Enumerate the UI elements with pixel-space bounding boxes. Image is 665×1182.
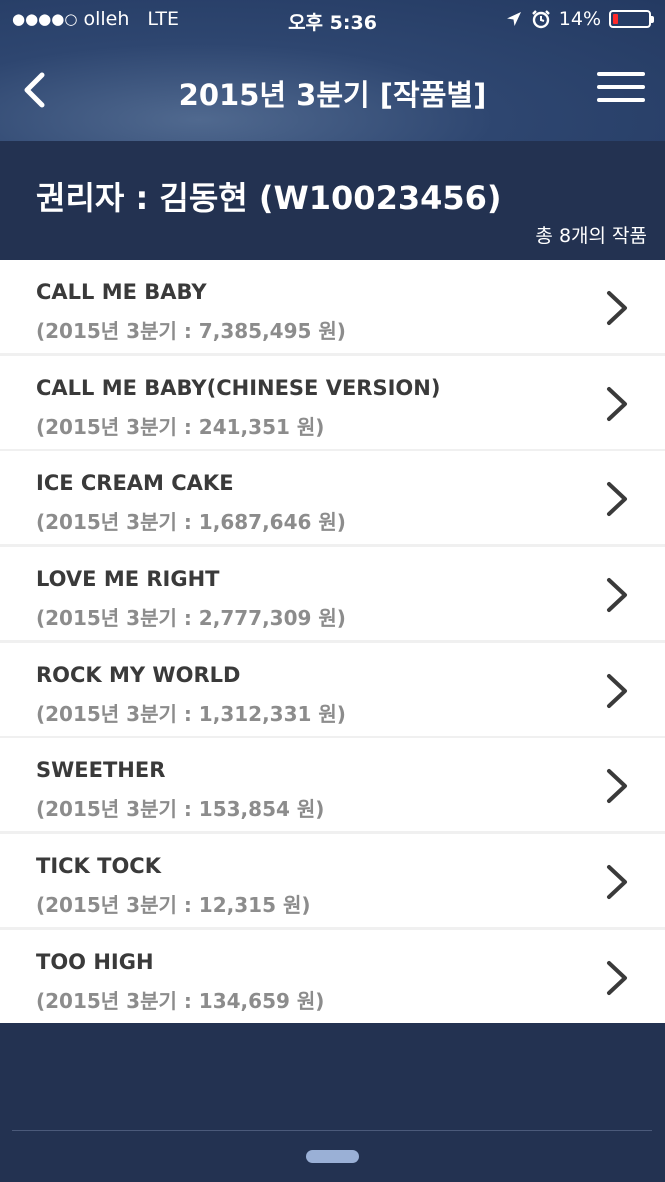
work-title: LOVE ME RIGHT: [36, 567, 220, 592]
work-title: SWEETHER: [36, 758, 166, 783]
hamburger-menu-icon: [597, 85, 645, 89]
owner-header: 권리자 : 김동현 (W10023456) 총 8개의 작품: [0, 141, 665, 260]
list-item[interactable]: TOO HIGH (2015년 3분기 : 134,659 원): [0, 929, 665, 1023]
chevron-right-icon: [607, 482, 627, 517]
navigation-bar: 2015년 3분기 [작품별]: [0, 48, 665, 132]
drag-handle[interactable]: [306, 1150, 359, 1163]
hamburger-menu-icon: [597, 98, 645, 102]
menu-button[interactable]: [597, 72, 645, 110]
chevron-right-icon: [607, 960, 627, 995]
divider: [12, 1130, 652, 1131]
work-count: 총 8개의 작품: [535, 225, 647, 247]
battery-icon: [609, 10, 654, 28]
work-amount: (2015년 3분기 : 2,777,309 원): [36, 606, 346, 631]
chevron-right-icon: [607, 865, 627, 900]
work-amount: (2015년 3분기 : 134,659 원): [36, 988, 325, 1013]
hamburger-menu-icon: [597, 72, 645, 76]
work-amount: (2015년 3분기 : 153,854 원): [36, 797, 325, 822]
list-item[interactable]: CALL ME BABY (2015년 3분기 : 7,385,495 원): [0, 260, 665, 353]
list-item[interactable]: LOVE ME RIGHT (2015년 3분기 : 2,777,309 원): [0, 547, 665, 641]
battery-percent: 14%: [558, 8, 601, 30]
page-title: 2015년 3분기 [작품별]: [178, 78, 487, 112]
chevron-right-icon: [607, 291, 627, 325]
top-background: ●●●●○ olleh LTE 오후 5:36 14% 2015년 3분기 [작…: [0, 0, 665, 141]
chevron-right-icon: [607, 578, 627, 613]
work-title: TOO HIGH: [36, 949, 154, 974]
list-item[interactable]: TICK TOCK (2015년 3분기 : 12,315 원): [0, 834, 665, 928]
list-item[interactable]: ICE CREAM CAKE (2015년 3분기 : 1,687,646 원): [0, 451, 665, 545]
work-amount: (2015년 3분기 : 241,351 원): [36, 414, 325, 439]
work-title: TICK TOCK: [36, 854, 161, 879]
status-bar: ●●●●○ olleh LTE 오후 5:36 14%: [0, 0, 665, 38]
alarm-clock-icon: [531, 10, 550, 29]
work-title: CALL ME BABY(CHINESE VERSION): [36, 375, 441, 400]
location-arrow-icon: [506, 12, 521, 26]
battery-level-fill: [613, 14, 618, 24]
work-amount: (2015년 3분기 : 7,385,495 원): [36, 319, 346, 343]
work-title: ROCK MY WORLD: [36, 662, 241, 687]
owner-title: 권리자 : 김동현 (W10023456): [36, 179, 502, 217]
status-right: 14%: [505, 8, 654, 30]
work-amount: (2015년 3분기 : 1,687,646 원): [36, 510, 346, 535]
work-title: ICE CREAM CAKE: [36, 471, 234, 496]
list-item[interactable]: SWEETHER (2015년 3분기 : 153,854 원): [0, 738, 665, 832]
chevron-right-icon: [607, 673, 627, 708]
work-title: CALL ME BABY: [36, 280, 207, 304]
work-list: CALL ME BABY (2015년 3분기 : 7,385,495 원) C…: [0, 260, 665, 1023]
list-item[interactable]: CALL ME BABY(CHINESE VERSION) (2015년 3분기…: [0, 355, 665, 449]
chevron-right-icon: [607, 386, 627, 421]
work-amount: (2015년 3분기 : 12,315 원): [36, 893, 311, 918]
work-amount: (2015년 3분기 : 1,312,331 원): [36, 701, 346, 726]
list-item[interactable]: ROCK MY WORLD (2015년 3분기 : 1,312,331 원): [0, 642, 665, 736]
chevron-right-icon: [607, 769, 627, 804]
